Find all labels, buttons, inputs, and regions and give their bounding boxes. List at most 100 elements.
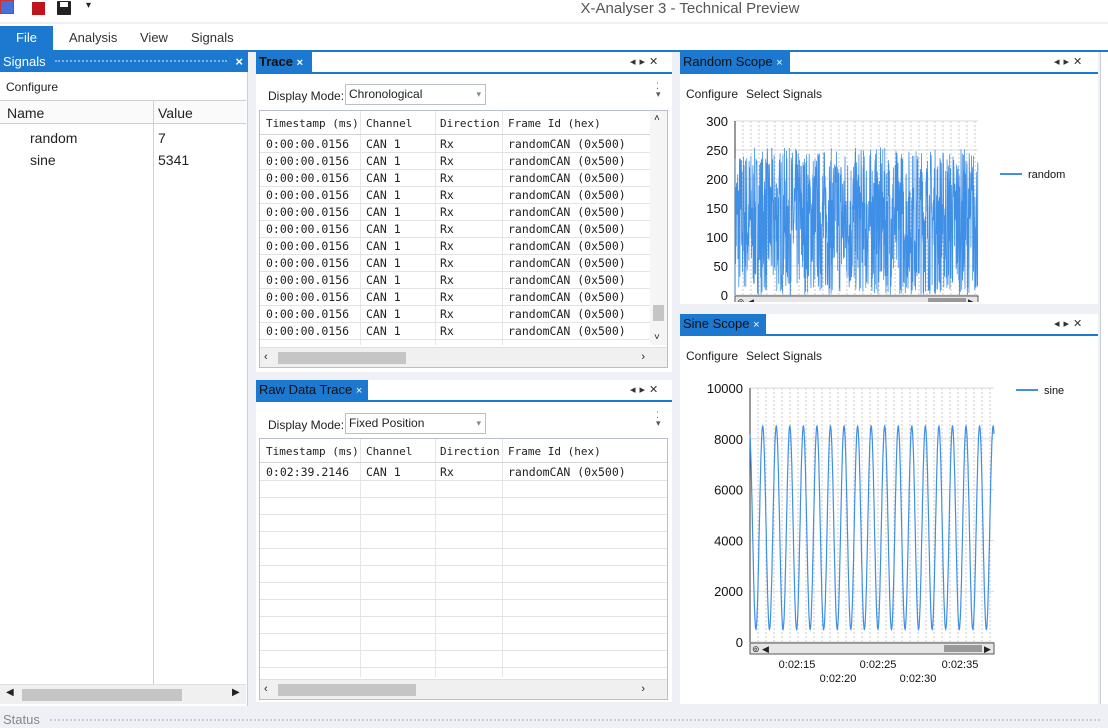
table-row[interactable] (260, 515, 667, 532)
sine-scope-chart[interactable]: 0200040006000800010000⊚ ◀ ▶0:02:15 0:02:25 0… (680, 370, 1098, 700)
zoom-icon[interactable]: ⊚ (737, 297, 745, 302)
tab-raw-data-trace[interactable]: Raw Data Trace × (256, 380, 368, 400)
table-row[interactable] (260, 549, 667, 566)
table-row[interactable]: 0:00:00.0156 CAN 1 Rx randomCAN (0x500) (260, 272, 667, 289)
overflow-icon[interactable]: ⁚ ▾ (656, 82, 661, 99)
tab-random-scope[interactable]: Random Scope × (680, 52, 790, 72)
random-scope-chart[interactable]: 050100150200250300⊚◀▶0:02:150:02:250:02:… (680, 106, 1098, 302)
table-row[interactable]: 0:00:00.0156 CAN 1 Rx randomCAN (0x500) (260, 153, 667, 170)
scrollbar-thumb[interactable] (278, 352, 406, 364)
table-row[interactable]: 0:00:00.0156 CAN 1 Rx randomCAN (0x500) (260, 136, 667, 153)
table-row[interactable] (260, 600, 667, 617)
scrollbar-thumb[interactable] (928, 298, 966, 302)
scroll-left-icon[interactable]: ◀ (747, 297, 754, 302)
table-row[interactable]: 0:00:00.0156 CAN 1 Rx randomCAN (0x500) (260, 289, 667, 306)
scroll-right-icon[interactable]: › (641, 351, 645, 363)
panel-nav-icons[interactable]: ◂▸✕ (630, 383, 662, 396)
menu-signals[interactable]: Signals (191, 30, 234, 45)
table-row[interactable] (260, 617, 667, 634)
signals-panel: Configure Name Value random 7 sine 5341 … (0, 72, 248, 706)
table-row[interactable] (260, 566, 667, 583)
x-tick-label: 0:02:35 (942, 659, 979, 671)
table-row[interactable]: 0:00:00.0156 CAN 1 Rx randomCAN (0x500) (260, 238, 667, 255)
panel-nav-icons[interactable]: ◂▸✕ (630, 55, 662, 68)
vertical-scrollbar[interactable]: ˄ ˅ (650, 111, 667, 345)
scrollbar-thumb[interactable] (278, 684, 416, 696)
random-select-signals-button[interactable]: Select Signals (746, 87, 822, 101)
table-row[interactable]: 0:00:00.0156 CAN 1 Rx randomCAN (0x500) (260, 255, 667, 272)
sine-select-signals-button[interactable]: Select Signals (746, 349, 822, 363)
table-row[interactable] (260, 481, 667, 498)
column-header[interactable]: Timestamp (ms) (266, 117, 359, 130)
scrollbar-thumb[interactable] (653, 305, 664, 321)
column-header[interactable]: Timestamp (ms) (266, 445, 359, 458)
column-header[interactable]: Frame Id (hex) (508, 445, 601, 458)
table-cell: CAN 1 (366, 307, 401, 321)
column-name[interactable]: Name (7, 105, 44, 121)
table-cell: 0:00:00.0156 (266, 154, 350, 168)
raw-display-mode-select[interactable]: Fixed Position ▾ (345, 413, 486, 434)
random-configure-button[interactable]: Configure (686, 87, 738, 101)
menu-view[interactable]: View (140, 30, 168, 45)
signals-configure-button[interactable]: Configure (6, 80, 58, 94)
table-row[interactable]: 0:00:00.0156 CAN 1 Rx randomCAN (0x500) (260, 204, 667, 221)
close-icon[interactable]: × (235, 52, 243, 72)
x-tick-label: 0:02:15 (779, 659, 816, 671)
scroll-right-icon[interactable]: ▶ (968, 297, 975, 302)
trace-grid: Timestamp (ms) Channel Direction Frame Id (… (259, 110, 668, 368)
signal-row[interactable]: random 7 (0, 128, 246, 148)
scroll-right-icon[interactable]: › (641, 683, 645, 695)
tab-trace[interactable]: Trace × (256, 52, 312, 72)
table-cell: 0:00:00.0156 (266, 307, 350, 321)
column-value[interactable]: Value (158, 105, 193, 121)
file-menu[interactable]: File (0, 26, 53, 50)
panel-nav-icons[interactable]: ◂▸✕ (1054, 55, 1086, 68)
scroll-left-icon[interactable]: ◀ (6, 687, 14, 698)
close-icon[interactable]: × (753, 319, 759, 331)
stop-icon[interactable] (32, 2, 45, 15)
overflow-icon[interactable]: ⁚ ▾ (656, 411, 661, 428)
table-row[interactable]: 0:02:39.2146 CAN 1 Rx randomCAN (0x500) (260, 464, 667, 481)
scroll-left-icon[interactable]: ‹ (264, 683, 268, 695)
column-header[interactable]: Channel (366, 117, 412, 130)
table-cell: CAN 1 (366, 324, 401, 338)
menu-analysis[interactable]: Analysis (69, 30, 117, 45)
scroll-left-icon[interactable]: ◀ (762, 644, 769, 654)
trace-display-mode-select[interactable]: Chronological ▾ (345, 84, 486, 105)
table-row[interactable] (260, 583, 667, 600)
close-icon[interactable]: × (297, 57, 303, 69)
save-icon[interactable] (57, 1, 71, 15)
table-row[interactable]: 0:00:00.0156 CAN 1 Rx randomCAN (0x500) (260, 323, 667, 340)
table-row[interactable]: 0:00:00.0156 CAN 1 Rx randomCAN (0x500) (260, 221, 667, 238)
scroll-up-icon[interactable]: ˄ (654, 113, 660, 124)
close-icon[interactable]: × (356, 385, 362, 397)
table-cell: 0:00:00.0156 (266, 324, 350, 338)
column-header[interactable]: Channel (366, 445, 412, 458)
panel-nav-icons[interactable]: ◂▸✕ (1054, 317, 1086, 330)
table-row[interactable]: 0:00:00.0156 CAN 1 Rx randomCAN (0x500) (260, 170, 667, 187)
zoom-icon[interactable]: ⊚ (752, 644, 760, 654)
close-icon[interactable]: × (776, 57, 782, 69)
scrollbar-thumb[interactable] (22, 689, 182, 701)
scroll-left-icon[interactable]: ‹ (264, 351, 268, 363)
scroll-down-icon[interactable]: ˅ (654, 332, 660, 343)
column-header[interactable]: Direction (440, 117, 500, 130)
horizontal-scrollbar[interactable]: ‹ › (260, 347, 667, 367)
signal-row[interactable]: sine 5341 (0, 150, 246, 170)
sine-configure-button[interactable]: Configure (686, 349, 738, 363)
tab-sine-scope[interactable]: Sine Scope × (680, 314, 766, 334)
quick-access-dropdown-icon[interactable]: ▾ (86, 0, 91, 11)
signals-horizontal-scrollbar[interactable]: ◀ ▶ (0, 684, 246, 704)
scrollbar-thumb[interactable] (944, 645, 982, 652)
column-header[interactable]: Frame Id (hex) (508, 117, 601, 130)
table-row[interactable]: 0:00:00.0156 CAN 1 Rx randomCAN (0x500) (260, 187, 667, 204)
scroll-right-icon[interactable]: ▶ (232, 687, 240, 698)
table-row[interactable] (260, 634, 667, 651)
table-row[interactable]: 0:00:00.0156 CAN 1 Rx randomCAN (0x500) (260, 306, 667, 323)
table-row[interactable] (260, 498, 667, 515)
scroll-right-icon[interactable]: ▶ (984, 644, 991, 654)
horizontal-scrollbar[interactable]: ‹ › (260, 679, 667, 699)
table-row[interactable] (260, 532, 667, 549)
table-row[interactable] (260, 651, 667, 668)
column-header[interactable]: Direction (440, 445, 500, 458)
